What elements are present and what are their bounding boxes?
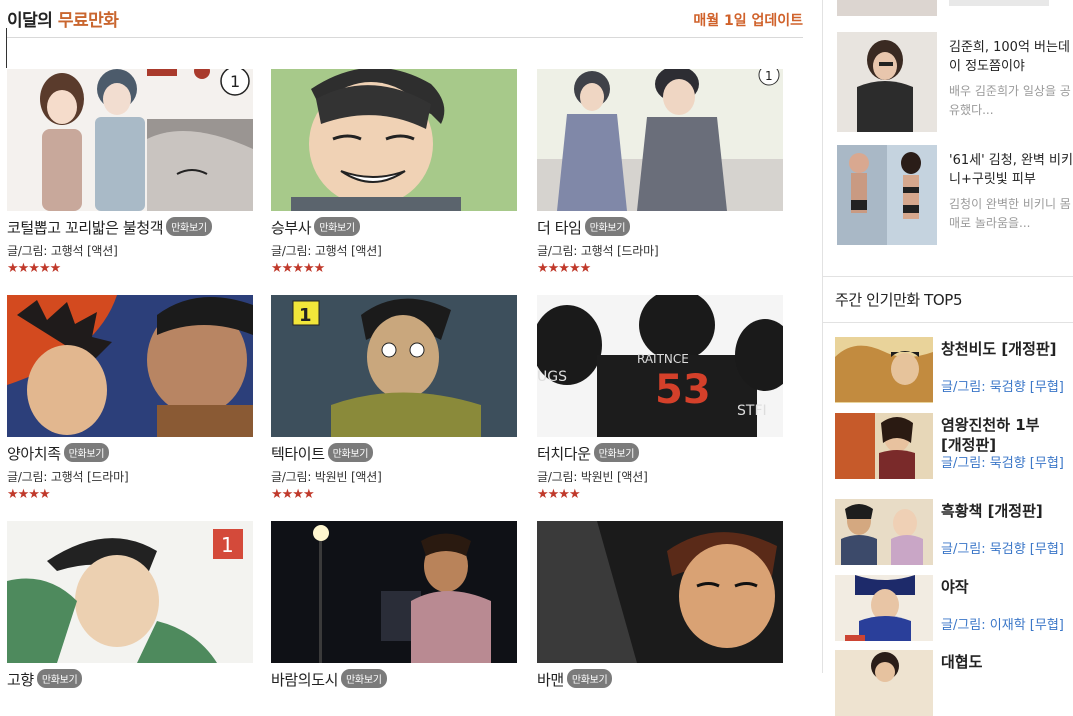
view-comic-badge[interactable]: 만화보기 [584, 217, 631, 236]
rating-stars: ★★★★ [537, 487, 581, 502]
comic-card[interactable]: 바람의도시 만화보기 [271, 521, 517, 690]
comic-meta: 글/그림: 고행석 [드라마] [537, 244, 659, 258]
rating-stars: ★★★★ [271, 487, 315, 502]
ranking-title: 주간 인기만화 TOP5 [835, 291, 963, 309]
comic-title[interactable]: 승부사 [271, 219, 312, 237]
comic-title[interactable]: 코털뽑고 꼬리밟은 불청객 [7, 219, 164, 237]
view-comic-badge[interactable]: 만화보기 [566, 669, 613, 688]
ranking-title-text[interactable]: 창천비도 [개정판] [941, 339, 1057, 359]
comic-meta: 글/그림: 박원빈 [액션] [537, 470, 648, 484]
news-title[interactable]: 이 정도쯤이야 [949, 57, 1070, 76]
news-desc: 김청이 완벽한 비키니 몸 [949, 197, 1071, 211]
svg-text:1: 1 [230, 72, 240, 91]
comic-card[interactable]: 양아치족 만화보기 글/그림: 고행석 [드라마] ★★★★ [7, 295, 253, 502]
sidebar-top-fragment [823, 0, 1073, 18]
comic-title[interactable]: 양아치족 [7, 445, 61, 463]
comic-thumbnail[interactable]: 1 [7, 521, 253, 663]
ranking-title-text[interactable]: 흑황책 [개정판] [941, 501, 1043, 521]
ranking-item[interactable]: 야작 글/그림: 이재학 [무협] [835, 575, 1073, 641]
rating-stars: ★★★★★ [271, 261, 325, 276]
comic-thumbnail[interactable] [7, 295, 253, 437]
view-comic-badge[interactable]: 만화보기 [314, 217, 360, 236]
news-thumbnail[interactable] [837, 145, 937, 245]
news-desc: 매로 놀라움을... [949, 216, 1031, 230]
rating-stars: ★★★★★ [7, 261, 61, 276]
svg-text:1: 1 [299, 305, 312, 326]
section-title: 이달의 무료만화 [7, 6, 119, 31]
svg-text:1: 1 [765, 69, 773, 83]
rating-stars: ★★★★ [7, 487, 51, 502]
comic-thumbnail[interactable]: 1 [7, 69, 253, 211]
view-comic-badge[interactable]: 만화보기 [341, 669, 387, 688]
sidebar-divider [823, 276, 1073, 277]
view-comic-badge[interactable]: 만화보기 [166, 217, 212, 236]
comic-thumbnail[interactable]: 1 [537, 69, 783, 211]
comic-card[interactable]: 바맨 만화보기 [537, 521, 783, 690]
news-title[interactable]: 니+구릿빛 피부 [949, 170, 1073, 189]
comic-title[interactable]: 더 타임 [537, 219, 582, 237]
view-comic-badge[interactable]: 만화보기 [593, 443, 640, 462]
news-thumbnail[interactable] [837, 32, 937, 132]
svg-text:53: 53 [655, 367, 711, 413]
update-note: 매월 1일 업데이트 [693, 13, 803, 29]
svg-text:STFI: STFI [737, 403, 767, 419]
header-divider [7, 37, 803, 38]
free-comics-section: 이달의 무료만화 매월 1일 업데이트 1 코털뽑고 꼬리밟은 불청객 만화보기… [0, 0, 820, 689]
ranking-title-text[interactable]: 야작 [941, 577, 969, 597]
sidebar: 김준희, 100억 버는데 이 정도쯤이야 배우 김준희가 일상을 공유했다...… [822, 0, 1073, 716]
comic-thumbnail[interactable]: 1 [271, 295, 517, 437]
ranking-meta[interactable]: 글/그림: 이재학 [무협] [941, 614, 1064, 633]
ranking-thumbnail[interactable] [835, 499, 933, 565]
rating-stars: ★★★★★ [537, 261, 591, 276]
comic-thumbnail[interactable] [271, 521, 517, 663]
comic-thumbnail[interactable] [271, 69, 517, 211]
comic-card[interactable]: 1 더 타임 만화보기 글/그림: 고행석 [드라마] ★★★★★ [537, 69, 783, 276]
ranking-item[interactable]: 대협도 [835, 650, 1073, 716]
news-item[interactable]: 김준희, 100억 버는데 이 정도쯤이야 배우 김준희가 일상을 공유했다... [837, 32, 1073, 132]
ranking-thumbnail[interactable] [835, 575, 933, 641]
comic-card[interactable]: 승부사 만화보기 글/그림: 고행석 [액션] ★★★★★ [271, 69, 517, 276]
ranking-thumbnail[interactable] [835, 413, 933, 479]
comic-card[interactable]: RAITNCE 53 UGS STFI 터치다운 만화보기 글/그림: 박원빈 [… [537, 295, 783, 502]
comic-title[interactable]: 고향 [7, 671, 34, 689]
ranking-title-text[interactable]: 염왕진천하 1부 [941, 415, 1039, 435]
ranking-meta[interactable]: 글/그림: 묵검향 [무협] [941, 376, 1064, 395]
news-item[interactable]: '61세' 김청, 완벽 비키 니+구릿빛 피부 김청이 완벽한 비키니 몸매로 … [837, 145, 1073, 245]
view-comic-badge[interactable]: 만화보기 [327, 443, 374, 462]
comic-card[interactable]: 1 텍타이트 만화보기 글/그림: 박원빈 [액션] ★★★★ [271, 295, 517, 502]
news-desc: 유했다... [949, 103, 994, 117]
news-desc: 배우 김준희가 일상을 공 [949, 84, 1071, 98]
sidebar-divider [823, 322, 1073, 323]
comic-meta: 글/그림: 고행석 [드라마] [7, 470, 129, 484]
ranking-meta[interactable]: 글/그림: 묵검향 [무협] [941, 452, 1064, 471]
comic-meta: 글/그림: 고행석 [액션] [271, 244, 382, 258]
comic-title[interactable]: 텍타이트 [271, 445, 325, 463]
svg-text:1: 1 [221, 533, 234, 557]
news-title[interactable]: 김준희, 100억 버는데 [949, 38, 1070, 57]
ranking-title-text[interactable]: 대협도 [941, 652, 982, 672]
svg-text:RAITNCE: RAITNCE [637, 352, 689, 366]
comic-thumbnail[interactable]: RAITNCE 53 UGS STFI [537, 295, 783, 437]
comic-meta: 글/그림: 고행석 [액션] [7, 244, 118, 258]
section-title-prefix: 이달의 [7, 11, 53, 31]
ranking-meta[interactable]: 글/그림: 묵검향 [무협] [941, 538, 1064, 557]
text-cursor [6, 28, 7, 68]
view-comic-badge[interactable]: 만화보기 [36, 669, 83, 688]
ranking-item[interactable]: 흑황책 [개정판] 글/그림: 묵검향 [무협] [835, 499, 1073, 565]
comic-title[interactable]: 터치다운 [537, 445, 591, 463]
comic-meta: 글/그림: 박원빈 [액션] [271, 470, 382, 484]
news-title[interactable]: '61세' 김청, 완벽 비키 [949, 151, 1073, 170]
svg-text:UGS: UGS [537, 369, 567, 385]
ranking-thumbnail[interactable] [835, 650, 933, 716]
comic-title[interactable]: 바람의도시 [271, 671, 338, 689]
ranking-item[interactable]: 염왕진천하 1부 [개정판] 글/그림: 묵검향 [무협] [835, 413, 1073, 479]
comic-title[interactable]: 바맨 [537, 671, 564, 689]
comic-card[interactable]: 1 코털뽑고 꼬리밟은 불청객 만화보기 글/그림: 고행석 [액션] ★★★★★ [7, 69, 253, 276]
ranking-thumbnail[interactable] [835, 337, 933, 403]
comic-card[interactable]: 1 고향 만화보기 [7, 521, 253, 690]
view-comic-badge[interactable]: 만화보기 [63, 443, 110, 462]
ranking-item[interactable]: 창천비도 [개정판] 글/그림: 묵검향 [무협] [835, 337, 1073, 403]
section-title-accent: 무료만화 [57, 11, 119, 31]
comic-thumbnail[interactable] [537, 521, 783, 663]
